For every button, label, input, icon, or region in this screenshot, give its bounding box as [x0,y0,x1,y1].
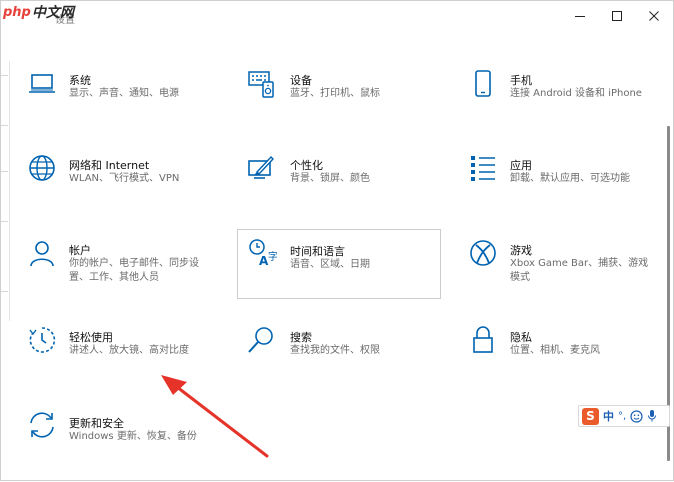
tile-desc: 位置、相机、麦克风 [510,345,600,356]
tile-title: 游戏 [510,244,532,257]
laptop-icon [29,74,55,93]
tile-desc: WLAN、飞行模式、VPN [69,173,180,184]
ime-punctuation-toggle[interactable]: °, [618,411,626,422]
paint-brush-icon [248,155,274,179]
globe-icon [29,155,55,181]
tile-title: 个性化 [290,159,323,172]
ease-of-access-icon [29,327,56,353]
tile-title: 帐户 [69,244,91,257]
tile-phone[interactable]: 手机 连接 Android 设备和 iPhone [459,61,664,131]
tile-title: 隐私 [510,331,532,344]
emoji-icon[interactable] [630,409,643,423]
watermark-php: php [3,4,31,20]
tile-title: 更新和安全 [69,417,124,430]
close-icon [649,11,659,21]
tile-title: 系统 [69,74,91,87]
tile-system[interactable]: 系统 显示、声音、通知、电源 [18,61,223,131]
tile-search[interactable]: 搜索 查找我的文件、权限 [238,317,443,387]
maximize-button[interactable] [602,5,632,27]
tile-desc: 你的帐户、电子邮件、同步设置、工作、其他人员 [69,258,199,283]
tile-ease-of-access[interactable]: 轻松使用 讲述人、放大镜、高对比度 [18,317,223,387]
settings-window: php 中文网 设置 系统 显示、声音、通知、电源 设备 蓝牙、打印机、鼠标 手… [0,0,674,481]
tile-title: 网络和 Internet [69,159,150,172]
tile-accounts[interactable]: 帐户 你的帐户、电子邮件、同步设置、工作、其他人员 [18,231,223,301]
tile-desc: 蓝牙、打印机、鼠标 [290,88,380,99]
keyboard-speaker-icon [248,71,274,98]
tile-desc: 显示、声音、通知、电源 [69,88,179,99]
tile-desc: 语音、区域、日期 [290,259,370,270]
tile-desc: Xbox Game Bar、捕获、游戏模式 [510,258,649,283]
tile-desc: 卸载、默认应用、可选功能 [510,173,630,184]
tile-title: 轻松使用 [69,331,113,344]
minimize-button[interactable] [565,5,595,27]
minimize-icon [575,16,585,17]
phone-icon [475,70,491,97]
tile-title: 应用 [510,159,532,172]
tile-title: 手机 [510,74,532,87]
microphone-icon[interactable] [647,409,657,423]
tile-time-language[interactable]: A 字 时间和语言 语音、区域、日期 [237,229,441,299]
sogou-logo-icon[interactable]: S [582,407,599,425]
lock-icon [473,326,493,353]
tile-gaming[interactable]: 游戏 Xbox Game Bar、捕获、游戏模式 [459,231,664,301]
tile-network[interactable]: 网络和 Internet WLAN、飞行模式、VPN [18,146,223,216]
tile-privacy[interactable]: 隐私 位置、相机、麦克风 [459,317,664,387]
tile-desc: 查找我的文件、权限 [290,345,380,356]
tile-title: 时间和语言 [290,245,345,258]
background-window-edge [1,61,10,321]
apps-list-icon [471,156,495,181]
tile-desc: 讲述人、放大镜、高对比度 [69,345,189,356]
tile-title: 搜索 [290,331,312,344]
tile-desc: 背景、锁屏、颜色 [290,173,370,184]
tile-personalization[interactable]: 个性化 背景、锁屏、颜色 [238,146,443,216]
time-language-icon: A 字 [249,239,277,268]
ime-toolbar[interactable]: S 中 °, [578,405,670,427]
maximize-icon [612,11,622,21]
person-icon [30,241,54,267]
tile-update-security[interactable]: 更新和安全 Windows 更新、恢复、备份 [18,403,223,473]
tile-desc: 连接 Android 设备和 iPhone [510,88,642,99]
close-button[interactable] [639,5,669,27]
window-title: 设置 [55,15,75,26]
tile-apps[interactable]: 应用 卸载、默认应用、可选功能 [459,146,664,216]
tile-devices[interactable]: 设备 蓝牙、打印机、鼠标 [238,61,443,131]
svg-text:字: 字 [268,250,277,263]
search-icon [248,327,273,353]
sync-icon [30,412,54,438]
tile-desc: Windows 更新、恢复、备份 [69,431,197,442]
xbox-icon [470,240,496,266]
title-bar[interactable]: php 中文网 设置 [1,1,673,33]
ime-language-toggle[interactable]: 中 [603,408,614,424]
tile-title: 设备 [290,74,312,87]
